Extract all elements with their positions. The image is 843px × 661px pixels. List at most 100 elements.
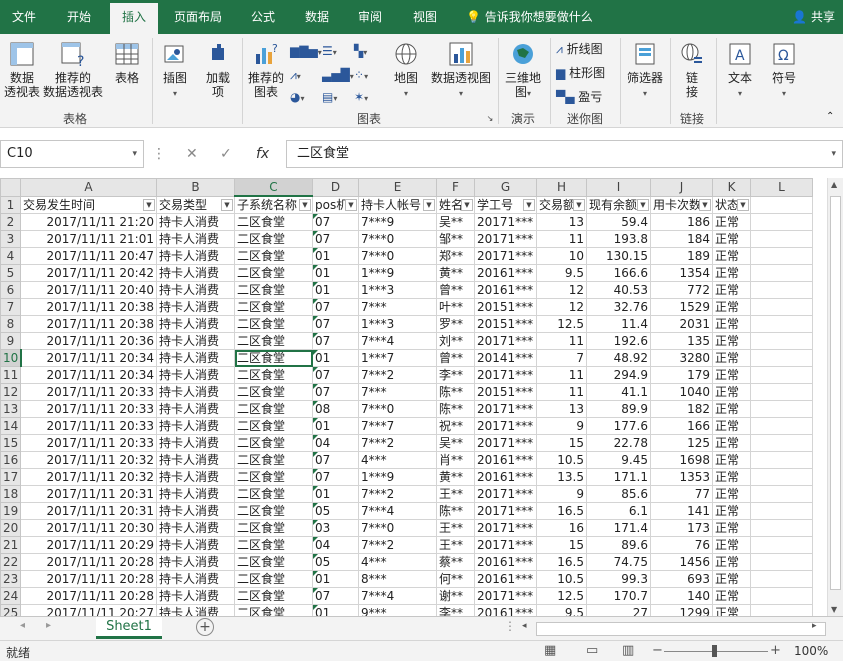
cell[interactable]: 08 (312, 400, 359, 418)
splitter-icon[interactable]: ⋮ (504, 619, 516, 633)
cell[interactable]: 持卡人消费 (156, 264, 235, 282)
cell[interactable]: 1***7 (358, 349, 437, 367)
cell[interactable]: 6.1 (586, 502, 651, 520)
filter-dropdown-icon[interactable]: ▼ (423, 198, 435, 211)
cell[interactable]: 2017/11/11 20:30 (20, 519, 157, 537)
cell[interactable]: 11.4 (586, 315, 651, 333)
cell[interactable]: 13 (536, 213, 587, 231)
sparkline-column-button[interactable]: ▆ 柱形图 (556, 64, 605, 82)
empty-cell[interactable] (750, 195, 813, 214)
cell[interactable]: 持卡人消费 (156, 604, 235, 616)
cell[interactable]: 王** (436, 536, 475, 554)
cell[interactable]: 140 (650, 587, 713, 605)
pie-chart-button[interactable]: ◕▾ (290, 88, 305, 106)
empty-cell[interactable] (750, 485, 813, 503)
cell[interactable]: 141 (650, 502, 713, 520)
ribbon-tab[interactable]: 开始 (52, 0, 106, 34)
row-header[interactable]: 24 (0, 587, 21, 605)
cell[interactable]: 7***4 (358, 587, 437, 605)
cell[interactable]: 20171*** (474, 230, 537, 248)
empty-cell[interactable] (750, 553, 813, 571)
filter-dropdown-icon[interactable]: ▼ (637, 198, 649, 211)
cell[interactable]: 07 (312, 587, 359, 605)
cell[interactable]: 20161*** (474, 604, 537, 616)
cell[interactable]: 黄** (436, 264, 475, 282)
cell[interactable]: 二区食堂 (234, 536, 313, 554)
cell[interactable]: 20161*** (474, 468, 537, 486)
cell[interactable]: 正常 (712, 298, 751, 316)
cell[interactable]: 2017/11/11 20:33 (20, 400, 157, 418)
cell[interactable]: 正常 (712, 315, 751, 333)
waterfall-chart-button[interactable]: ▤▾ (322, 88, 337, 106)
cell[interactable]: 2017/11/11 20:27 (20, 604, 157, 616)
cell[interactable]: 189 (650, 247, 713, 265)
cell[interactable]: 陈** (436, 400, 475, 418)
addins-button[interactable]: 加载项 (198, 40, 238, 99)
line-chart-button[interactable]: ⩘▾ (290, 66, 301, 84)
next-sheet-icon[interactable]: ▸ (46, 620, 51, 631)
scroll-left-icon[interactable]: ◂ (522, 621, 527, 631)
empty-cell[interactable] (750, 230, 813, 248)
cell[interactable]: 正常 (712, 553, 751, 571)
cell[interactable]: 20171*** (474, 502, 537, 520)
cell[interactable]: 20141*** (474, 349, 537, 367)
cell[interactable]: 2017/11/11 20:33 (20, 417, 157, 435)
cell[interactable]: 7***2 (358, 434, 437, 452)
cell[interactable]: 二区食堂 (234, 230, 313, 248)
cell[interactable]: 7***2 (358, 536, 437, 554)
cell[interactable]: 持卡人消费 (156, 519, 235, 537)
tell-me-search[interactable]: 💡 告诉我你想要做什么 (466, 0, 593, 34)
empty-cell[interactable] (750, 315, 813, 333)
cell[interactable]: 07 (312, 366, 359, 384)
cell[interactable]: 二区食堂 (234, 451, 313, 469)
collapse-ribbon-icon[interactable]: ⌃ (826, 108, 834, 126)
cell[interactable]: 持卡人消费 (156, 468, 235, 486)
header-cell[interactable]: 子系统名称 ▼ (234, 195, 313, 214)
filter-button[interactable]: 筛选器 ▾ (622, 40, 668, 101)
cell[interactable]: 2017/11/11 20:38 (20, 315, 157, 333)
row-header[interactable]: 14 (0, 417, 21, 435)
header-cell[interactable]: 交易额 ▼ (536, 195, 587, 214)
cell[interactable]: 正常 (712, 485, 751, 503)
cell[interactable]: 罗** (436, 315, 475, 333)
header-cell[interactable]: 现有余额 ▼ (586, 195, 651, 214)
cell[interactable]: 166.6 (586, 264, 651, 282)
cell[interactable]: 2017/11/11 20:36 (20, 332, 157, 350)
row-header[interactable]: 20 (0, 519, 21, 537)
cell[interactable]: 邹** (436, 230, 475, 248)
cell[interactable]: 7***2 (358, 485, 437, 503)
cell[interactable]: 二区食堂 (234, 400, 313, 418)
cell[interactable]: 7*** (358, 298, 437, 316)
cell[interactable]: 二区食堂 (234, 247, 313, 265)
cell[interactable]: 184 (650, 230, 713, 248)
cell[interactable]: 2017/11/11 20:40 (20, 281, 157, 299)
cell[interactable]: 41.1 (586, 383, 651, 401)
cell[interactable]: 1040 (650, 383, 713, 401)
cell[interactable]: 59.4 (586, 213, 651, 231)
cell[interactable]: 正常 (712, 519, 751, 537)
cell[interactable]: 正常 (712, 247, 751, 265)
cell[interactable]: 叶** (436, 298, 475, 316)
empty-cell[interactable] (750, 400, 813, 418)
cell[interactable]: 正常 (712, 332, 751, 350)
row-header[interactable]: 21 (0, 536, 21, 554)
column-chart-button[interactable]: ▆▇▅▾ (290, 42, 322, 60)
cell[interactable]: 89.9 (586, 400, 651, 418)
cell[interactable]: 吴** (436, 213, 475, 231)
cell[interactable]: 12.5 (536, 587, 587, 605)
link-button[interactable]: 链接 (672, 40, 712, 99)
cell[interactable]: 192.6 (586, 332, 651, 350)
row-header[interactable]: 4 (0, 247, 21, 265)
cell[interactable]: 7***0 (358, 247, 437, 265)
cell[interactable]: 20151*** (474, 298, 537, 316)
empty-cell[interactable] (750, 451, 813, 469)
row-header[interactable]: 15 (0, 434, 21, 452)
cell[interactable]: 07 (312, 383, 359, 401)
cell[interactable]: 11 (536, 332, 587, 350)
vertical-scrollbar[interactable]: ▲ ▼ (827, 178, 843, 616)
cell[interactable]: 持卡人消费 (156, 332, 235, 350)
cell[interactable]: 4*** (358, 451, 437, 469)
cell[interactable]: 二区食堂 (234, 468, 313, 486)
illustrations-button[interactable]: 插图 ▾ (156, 40, 194, 101)
column-header[interactable]: C (234, 178, 313, 197)
